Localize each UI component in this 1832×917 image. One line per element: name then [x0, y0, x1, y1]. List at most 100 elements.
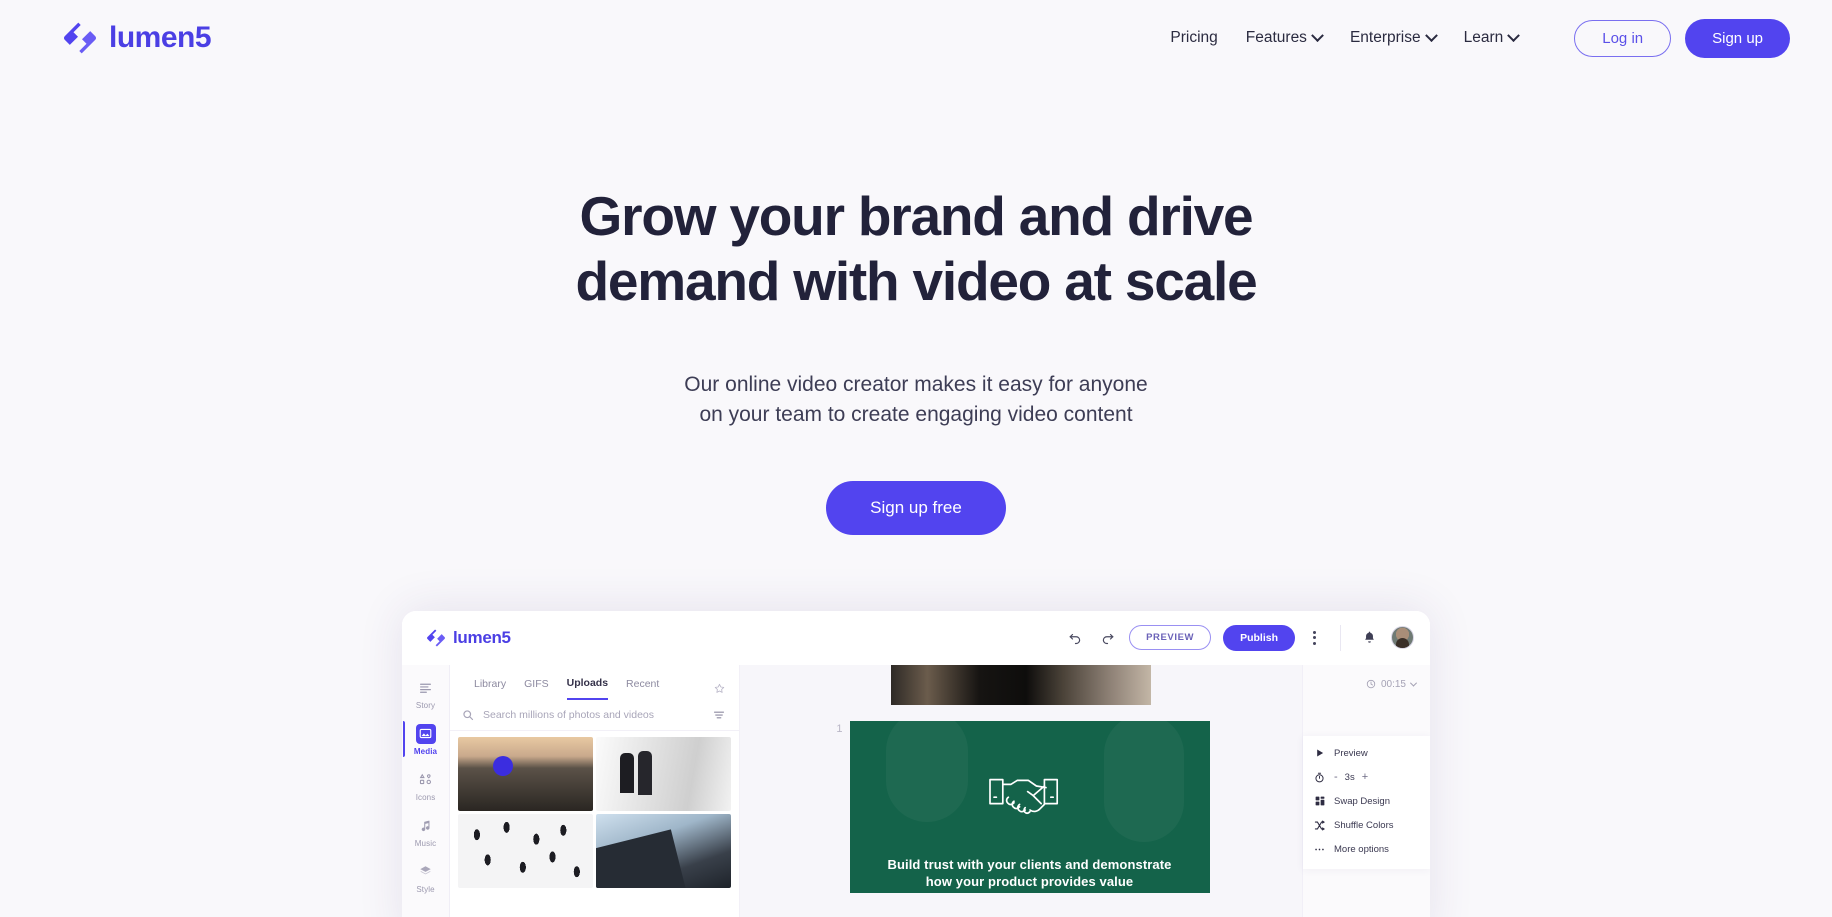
menu-label-more-options: More options: [1334, 843, 1389, 855]
media-image-icon: [415, 723, 436, 744]
menu-item-preview[interactable]: Preview: [1303, 742, 1430, 765]
nav-label-learn: Learn: [1463, 29, 1504, 46]
duration-increase-button[interactable]: +: [1362, 771, 1368, 783]
sign-up-button[interactable]: Sign up: [1685, 18, 1790, 58]
page-title: Grow your brand and drive demand with vi…: [506, 184, 1326, 314]
brand-name: lumen5: [109, 21, 212, 54]
media-thumbnail-grid: [450, 731, 739, 917]
media-thumbnail-skyscrapers-looking-up[interactable]: [596, 813, 731, 888]
slide-options-panel: 00:15 Preview - 3s + Swap Design Shuffle…: [1302, 664, 1430, 917]
sidebar-item-media[interactable]: Media: [402, 717, 449, 761]
media-thumbnail-city-skyline-sunset[interactable]: [458, 736, 593, 811]
filter-sliders-icon[interactable]: [713, 709, 725, 721]
nav-item-enterprise[interactable]: Enterprise: [1348, 23, 1438, 53]
media-panel: Library GIFS Uploads Recent Search milli…: [450, 664, 740, 917]
sidebar-item-story[interactable]: Story: [403, 671, 449, 715]
editor-sidebar: Story Media Icons Music Style: [402, 664, 450, 917]
sidebar-label-story: Story: [415, 700, 436, 710]
current-slide-row: 1 Build trust with your clients and demo…: [740, 720, 1302, 893]
canvas-column: 1 Build trust with your clients and demo…: [740, 664, 1302, 917]
duration-decrease-button[interactable]: -: [1334, 771, 1338, 783]
undo-arrow-icon[interactable]: [1065, 628, 1085, 648]
slide-context-menu: Preview - 3s + Swap Design Shuffle Color…: [1303, 735, 1430, 869]
duration-seconds-value: 3s: [1344, 771, 1355, 783]
star-favorite-icon[interactable]: [714, 683, 725, 694]
sidebar-label-icons: Icons: [415, 792, 436, 802]
tab-recent[interactable]: Recent: [626, 678, 659, 699]
brand-logo[interactable]: lumen5: [62, 20, 212, 56]
sidebar-item-music[interactable]: Music: [403, 809, 449, 853]
duration-stepper: - 3s +: [1334, 771, 1368, 783]
menu-label-swap-design: Swap Design: [1334, 795, 1390, 807]
notification-bell-icon[interactable]: [1359, 628, 1379, 648]
slide-caption: Build trust with your clients and demons…: [875, 856, 1185, 891]
slide-number: 1: [836, 722, 843, 735]
slide-canvas[interactable]: Build trust with your clients and demons…: [849, 720, 1210, 893]
editor-toolbar: lumen5 PREVIEW Publish: [402, 610, 1430, 665]
sidebar-item-style[interactable]: Style: [403, 855, 449, 899]
editor-brand-logo[interactable]: lumen5: [426, 628, 511, 648]
hero-subtitle: Our online video creator makes it easy f…: [0, 370, 1832, 431]
product-screenshot-mockup: lumen5 PREVIEW Publish Story Media Icons…: [402, 610, 1430, 917]
chevron-down-icon: [1311, 28, 1324, 42]
lumen5-diamond-logo-icon: [426, 628, 446, 648]
chevron-down-icon: [1507, 28, 1521, 42]
redo-arrow-icon[interactable]: [1097, 628, 1117, 648]
menu-item-more-options[interactable]: More options: [1303, 838, 1430, 861]
chevron-down-icon: [1409, 679, 1418, 687]
hero-sub-line-1: Our online video creator makes it easy f…: [684, 372, 1148, 396]
editor-toolbar-actions: PREVIEW Publish: [1065, 624, 1414, 651]
music-note-icon: [416, 816, 436, 836]
toolbar-divider: [1340, 624, 1341, 651]
nav-item-learn[interactable]: Learn: [1462, 23, 1521, 53]
sidebar-label-music: Music: [414, 838, 437, 848]
sidebar-item-icons[interactable]: Icons: [403, 763, 449, 807]
sign-up-free-button[interactable]: Sign up free: [826, 480, 1006, 535]
menu-label-preview: Preview: [1334, 747, 1368, 759]
media-search-input[interactable]: Search millions of photos and videos: [483, 709, 705, 721]
media-thumbnail-crowd-aerial-view[interactable]: [458, 813, 593, 888]
play-triangle-icon: [1313, 748, 1326, 758]
style-layers-icon: [416, 862, 436, 882]
chevron-down-icon: [1424, 28, 1438, 42]
editor-brand-name: lumen5: [453, 627, 511, 647]
ellipsis-icon: [1313, 844, 1326, 855]
sidebar-label-style: Style: [416, 884, 435, 894]
video-duration-value: 00:15: [1380, 678, 1406, 690]
menu-item-swap-design[interactable]: Swap Design: [1303, 790, 1430, 813]
menu-item-shuffle-colors[interactable]: Shuffle Colors: [1303, 814, 1430, 837]
clock-icon: [1366, 679, 1376, 689]
menu-item-duration-stepper[interactable]: - 3s +: [1303, 766, 1430, 789]
hero-sub-line-2: on your team to create engaging video co…: [699, 403, 1133, 427]
media-tab-bar: Library GIFS Uploads Recent: [450, 665, 739, 700]
tab-gifs[interactable]: GIFS: [524, 678, 549, 699]
user-avatar[interactable]: [1391, 626, 1414, 650]
kebab-menu-icon[interactable]: [1307, 627, 1322, 649]
shuffle-arrows-icon: [1313, 820, 1326, 831]
nav-item-pricing[interactable]: Pricing: [1168, 23, 1219, 53]
publish-button[interactable]: Publish: [1223, 624, 1295, 651]
menu-label-shuffle-colors: Shuffle Colors: [1334, 819, 1394, 831]
nav-label-enterprise: Enterprise: [1349, 29, 1421, 46]
tab-uploads[interactable]: Uploads: [566, 677, 609, 700]
preview-button[interactable]: PREVIEW: [1129, 625, 1212, 651]
nav-label-features: Features: [1245, 29, 1307, 46]
media-search-bar[interactable]: Search millions of photos and videos: [450, 700, 739, 731]
story-lines-icon: [416, 678, 436, 698]
editor-body: Story Media Icons Music Style Library GI…: [402, 664, 1430, 917]
video-duration[interactable]: 00:15: [1303, 665, 1430, 690]
shapes-icons-icon: [416, 770, 436, 790]
editor-canvas: 1 Build trust with your clients and demo…: [740, 664, 1430, 917]
nav-item-features[interactable]: Features: [1244, 23, 1324, 53]
log-in-button[interactable]: Log in: [1574, 19, 1672, 57]
grid-layout-icon: [1313, 796, 1326, 806]
main-navigation: Pricing Features Enterprise Learn Log in…: [1168, 18, 1790, 58]
media-thumbnail-office-lobby-people[interactable]: [596, 736, 731, 811]
slide-caption-line-2: how your product provides value: [925, 874, 1134, 890]
hero-section: Grow your brand and drive demand with vi…: [0, 76, 1832, 535]
tab-library[interactable]: Library: [474, 678, 506, 699]
slide-caption-line-1: Build trust with your clients and demons…: [887, 856, 1172, 872]
hero-title-line-1: Grow your brand and drive: [579, 185, 1254, 247]
sidebar-label-media: Media: [413, 746, 438, 756]
previous-slide-strip[interactable]: [891, 664, 1151, 705]
